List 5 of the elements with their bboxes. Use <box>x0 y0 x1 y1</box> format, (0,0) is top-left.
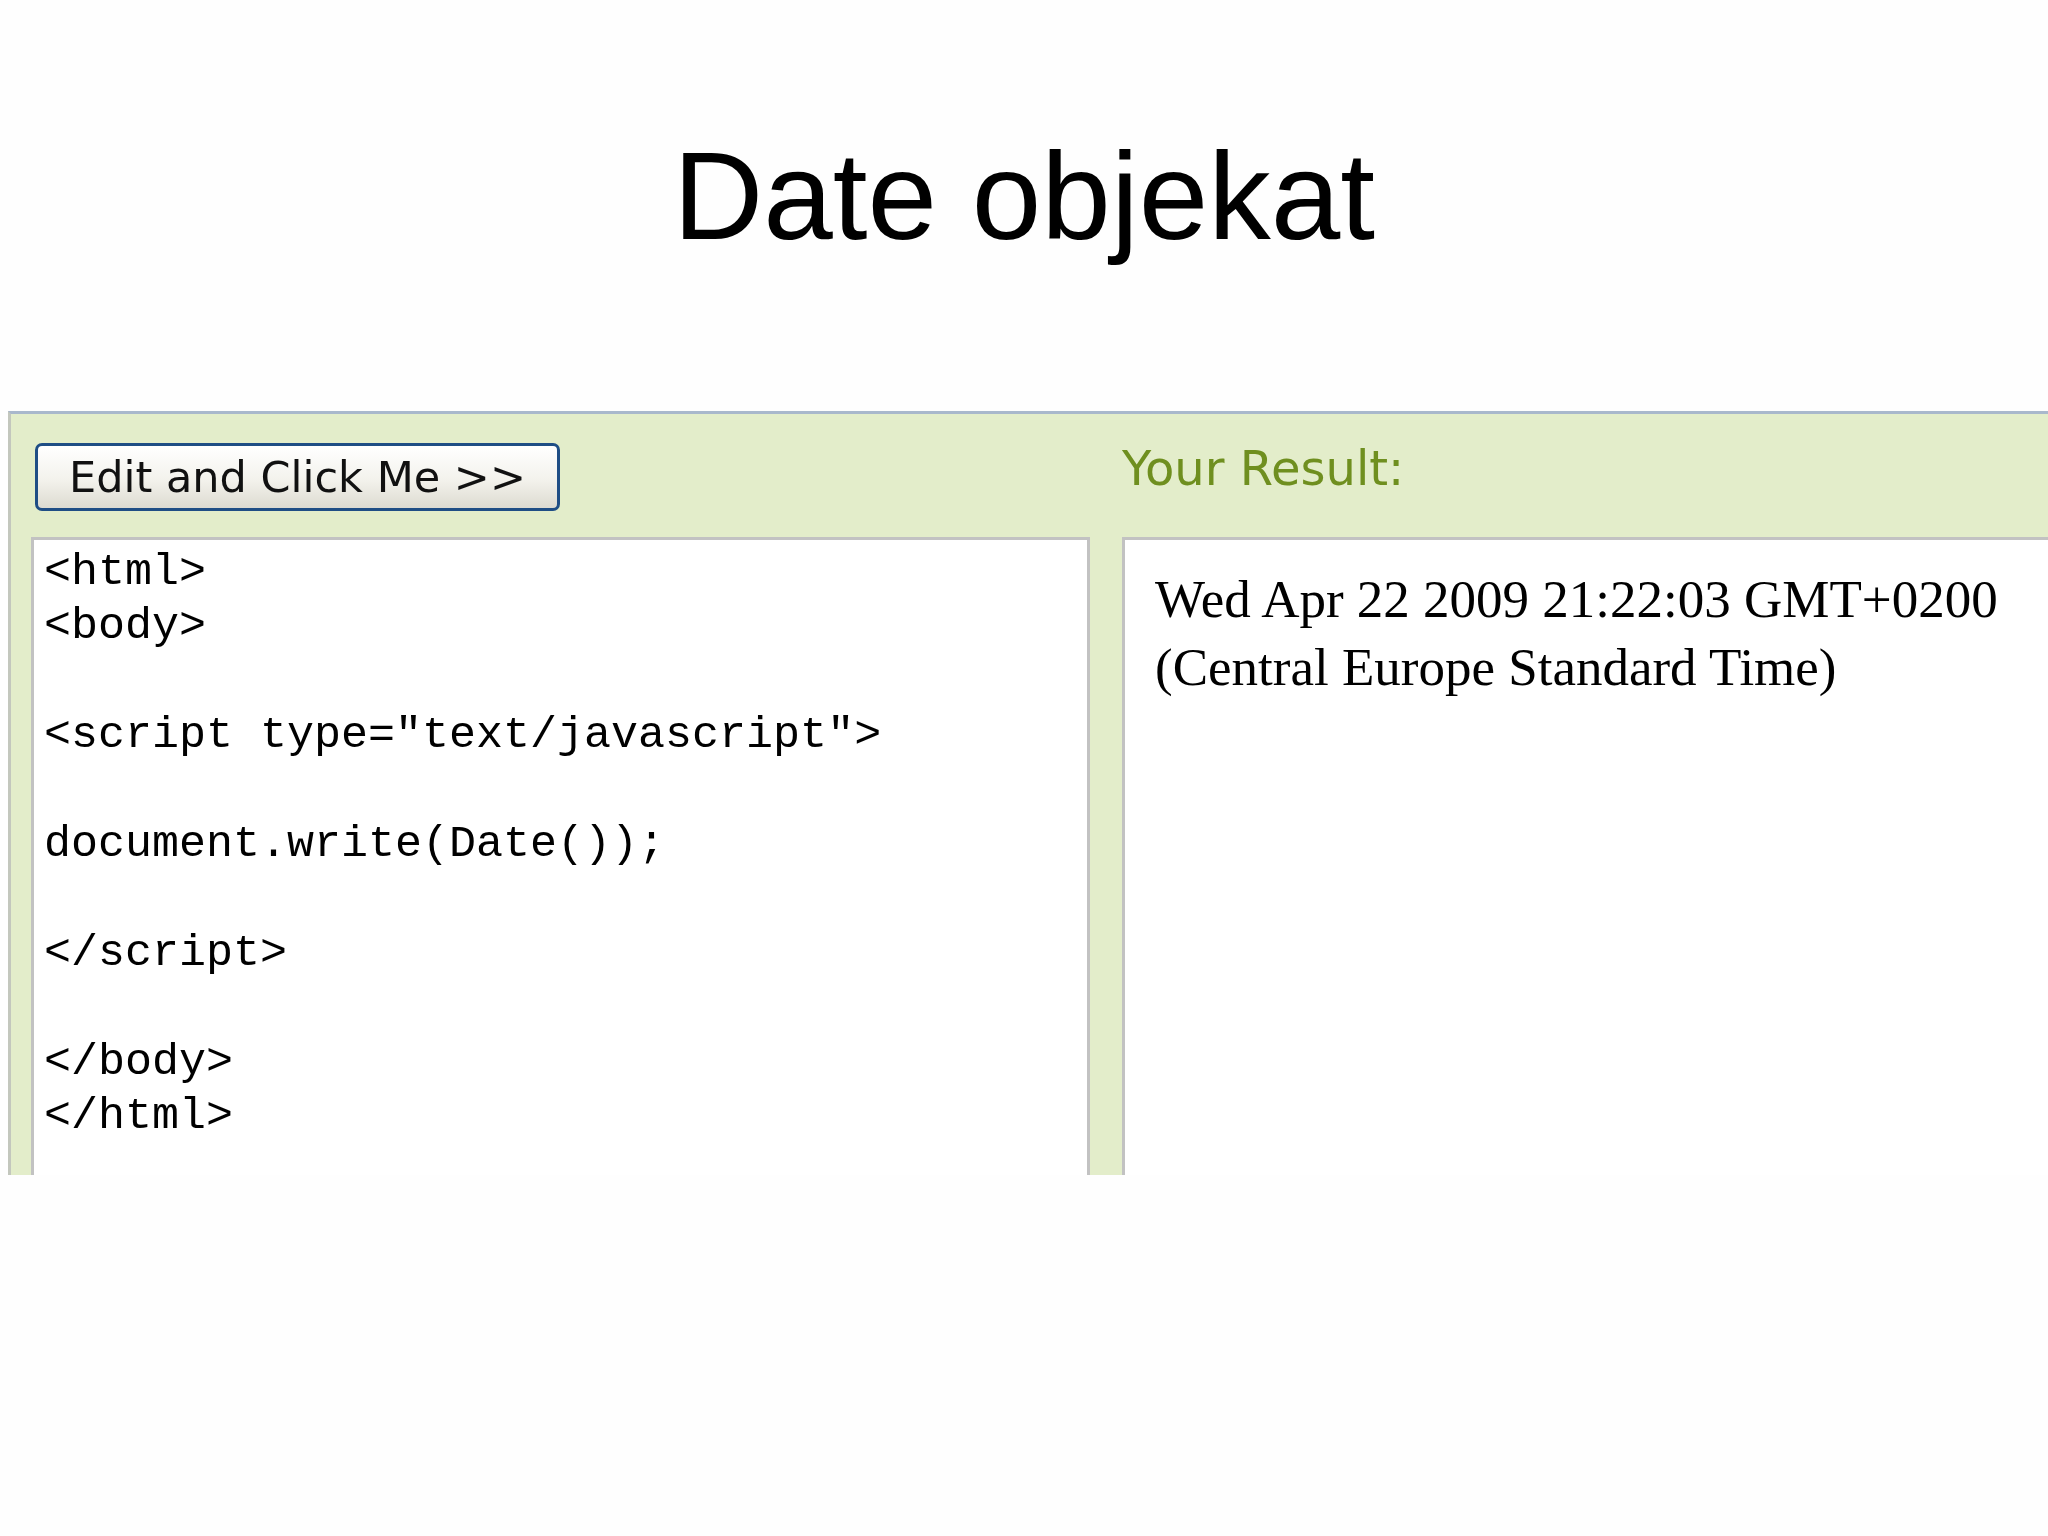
code-editor[interactable]: <html> <body> <script type="text/javascript"> document.write(Date()); </script> </body> </html> <box>31 537 1090 1175</box>
result-text: Wed Apr 22 2009 21:22:03 GMT+0200 (Central Europe Standard Time) <box>1155 569 1999 698</box>
result-heading: Your Result: <box>1122 440 1405 496</box>
edit-and-run-button[interactable]: Edit and Click Me >> <box>35 443 560 511</box>
slide-title: Date objekat <box>673 125 1375 267</box>
